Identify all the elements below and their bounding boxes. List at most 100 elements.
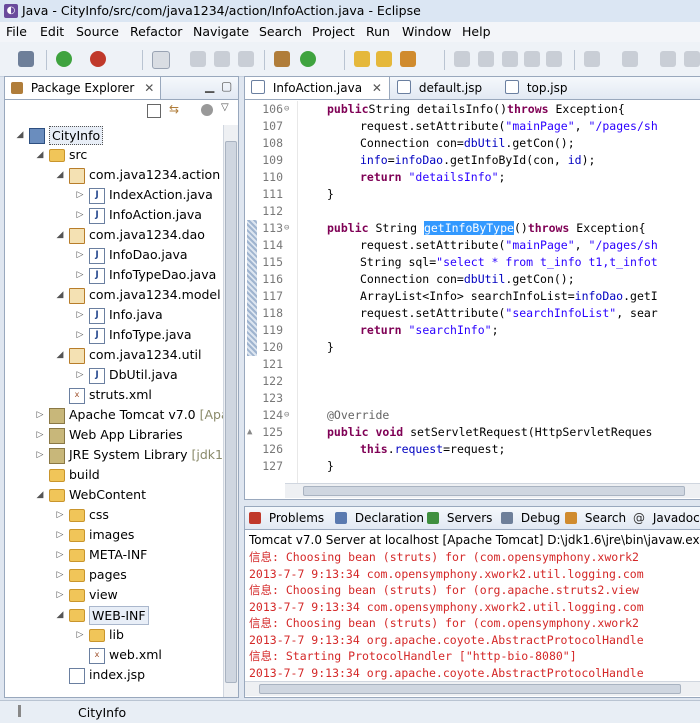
new-icon[interactable]: [152, 51, 170, 69]
code-line[interactable]: 126 this.request=request;: [245, 441, 700, 458]
code-line[interactable]: 116 Connection con=dbUtil.getCon();: [245, 271, 700, 288]
code-line[interactable]: 125 ▲ public void setServletRequest(HttpSe…: [245, 424, 700, 441]
code-line[interactable]: 115 String sql="select * from t_info t1,t…: [245, 254, 700, 271]
open-type-icon[interactable]: [354, 51, 370, 67]
tab-top-jsp[interactable]: top.jsp: [499, 77, 568, 99]
expand-arrow-icon[interactable]: ▷: [35, 405, 45, 425]
tree-item[interactable]: ▷ J DbUtil.java: [5, 365, 225, 385]
collapse-arrow-icon[interactable]: ◢: [55, 345, 65, 365]
expand-arrow-icon[interactable]: ▷: [55, 565, 65, 585]
tree-item[interactable]: build: [5, 465, 225, 485]
tree-item[interactable]: ▷ images: [5, 525, 225, 545]
menu-navigate[interactable]: Navigate: [193, 24, 249, 39]
code-line[interactable]: 109 info=infoDao.getInfoById(con, id);: [245, 152, 700, 169]
tree-item[interactable]: index.jsp: [5, 665, 225, 685]
code-line[interactable]: 113 ⊖ public String getInfoByType()throws …: [245, 220, 700, 237]
editor-scroll-thumb[interactable]: [303, 486, 685, 496]
view-dropdown-icon[interactable]: ▽: [221, 102, 229, 113]
close-icon[interactable]: ✕: [372, 81, 382, 95]
override-marker-icon[interactable]: ▲: [247, 424, 252, 441]
code-line[interactable]: 124 ⊖ @Override: [245, 407, 700, 424]
save-all-icon[interactable]: [214, 51, 230, 67]
toggle-mark-occurrences-icon[interactable]: [454, 51, 470, 67]
tree-item[interactable]: ◢ com.java1234.model: [5, 285, 225, 305]
tree-item[interactable]: ▷ JRE System Library [jdk1.6: [5, 445, 225, 465]
tab-problems[interactable]: Problems: [245, 507, 324, 529]
format-icon[interactable]: [524, 51, 540, 67]
pilcrow-icon[interactable]: [546, 51, 562, 67]
tree-item[interactable]: x struts.xml: [5, 385, 225, 405]
menu-run[interactable]: Run: [366, 24, 390, 39]
tree-item[interactable]: ◢ WEB-INF: [5, 605, 225, 625]
code-line[interactable]: 123: [245, 390, 700, 407]
tree-item[interactable]: ▷ J InfoDao.java: [5, 245, 225, 265]
debug-icon[interactable]: [18, 51, 34, 67]
console-output[interactable]: 信息: Choosing bean (struts) for (com.open…: [245, 549, 700, 685]
expand-arrow-icon[interactable]: ▷: [75, 365, 85, 385]
tree-item[interactable]: ◢ com.java1234.dao: [5, 225, 225, 245]
save-icon[interactable]: [190, 51, 206, 67]
code-line[interactable]: 106 ⊖ publicString detailsInfo()throws Exc…: [245, 101, 700, 118]
tree-item[interactable]: ▷ pages: [5, 565, 225, 585]
expand-arrow-icon[interactable]: ▷: [75, 245, 85, 265]
collapse-arrow-icon[interactable]: ◢: [55, 165, 65, 185]
tree-item[interactable]: x web.xml: [5, 645, 225, 665]
code-line[interactable]: 111}: [245, 186, 700, 203]
code-line[interactable]: 112: [245, 203, 700, 220]
minimize-icon[interactable]: ▁: [205, 79, 214, 93]
editor-horizontal-scrollbar[interactable]: [285, 483, 700, 498]
fold-toggle-icon[interactable]: ⊖: [284, 220, 289, 237]
code-line[interactable]: 120}: [245, 339, 700, 356]
collapse-arrow-icon[interactable]: ◢: [55, 605, 65, 625]
expand-arrow-icon[interactable]: ▷: [75, 205, 85, 225]
expand-arrow-icon[interactable]: ▷: [75, 625, 85, 645]
menu-search[interactable]: Search: [259, 24, 302, 39]
tab-search[interactable]: Search: [561, 507, 626, 529]
tab-package-explorer[interactable]: Package Explorer ✕: [5, 77, 162, 99]
code-line[interactable]: 121: [245, 356, 700, 373]
expand-arrow-icon[interactable]: ▷: [75, 185, 85, 205]
previous-annotation-icon[interactable]: [622, 51, 638, 67]
expand-arrow-icon[interactable]: ▷: [75, 265, 85, 285]
collapse-arrow-icon[interactable]: ◢: [55, 225, 65, 245]
menu-file[interactable]: File: [6, 24, 27, 39]
tab-infoaction-java[interactable]: InfoAction.java ✕: [245, 77, 390, 99]
expand-arrow-icon[interactable]: ▷: [35, 445, 45, 465]
expand-arrow-icon[interactable]: ▷: [55, 525, 65, 545]
expand-arrow-icon[interactable]: ▷: [55, 585, 65, 605]
tab-declaration[interactable]: Declaration: [331, 507, 424, 529]
code-line[interactable]: 110 return "detailsInfo";: [245, 169, 700, 186]
tree-item[interactable]: ▷ META-INF: [5, 545, 225, 565]
console-scroll-thumb[interactable]: [259, 684, 681, 694]
code-line[interactable]: 107 request.setAttribute("mainPage", "/pa…: [245, 118, 700, 135]
console-horizontal-scrollbar[interactable]: [245, 681, 700, 696]
toggle-block-selection-icon[interactable]: [478, 51, 494, 67]
close-icon[interactable]: ✕: [144, 81, 154, 95]
fold-toggle-icon[interactable]: ⊖: [284, 407, 289, 424]
tree-item[interactable]: ▷ J Info.java: [5, 305, 225, 325]
tree-item[interactable]: ▷ J InfoAction.java: [5, 205, 225, 225]
tree-item[interactable]: ▷ J IndexAction.java: [5, 185, 225, 205]
new-java-project-icon[interactable]: [274, 51, 290, 67]
code-line[interactable]: 127}: [245, 458, 700, 475]
collapse-arrow-icon[interactable]: ◢: [55, 285, 65, 305]
menu-help[interactable]: Help: [462, 24, 491, 39]
tree-vertical-scrollbar[interactable]: [223, 125, 238, 697]
external-tools-icon[interactable]: [90, 51, 106, 67]
forward-icon[interactable]: [684, 51, 700, 67]
menu-edit[interactable]: Edit: [40, 24, 64, 39]
menu-project[interactable]: Project: [312, 24, 355, 39]
expand-arrow-icon[interactable]: ▷: [35, 425, 45, 445]
code-line[interactable]: 117 ArrayList<Info> searchInfoList=infoDa…: [245, 288, 700, 305]
code-line[interactable]: 122: [245, 373, 700, 390]
tree-item[interactable]: ◢ src: [5, 145, 225, 165]
tree-item[interactable]: ▷ lib: [5, 625, 225, 645]
show-whitespace-icon[interactable]: [502, 51, 518, 67]
tree-item[interactable]: ◢ com.java1234.action: [5, 165, 225, 185]
tree-item[interactable]: ▷ Apache Tomcat v7.0 [Apac: [5, 405, 225, 425]
expand-arrow-icon[interactable]: ▷: [75, 325, 85, 345]
collapse-arrow-icon[interactable]: ◢: [15, 125, 25, 145]
tree-item[interactable]: ◢ CityInfo: [5, 125, 225, 145]
print-icon[interactable]: [238, 51, 254, 67]
collapse-arrow-icon[interactable]: ◢: [35, 145, 45, 165]
